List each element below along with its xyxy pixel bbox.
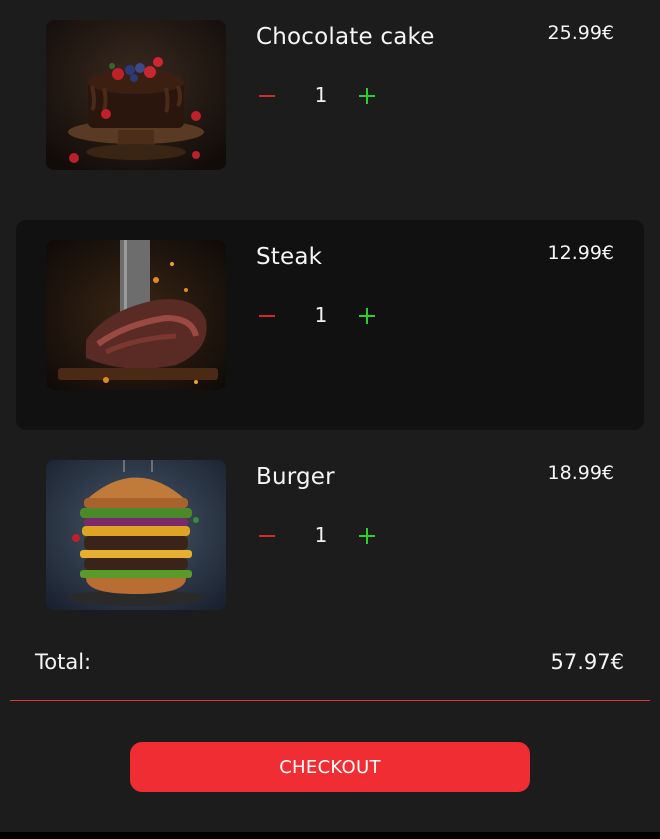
decrease-quantity-button[interactable] bbox=[256, 82, 278, 110]
divider bbox=[10, 700, 650, 701]
cart-screen: Chocolate cake 25.99€ 1 Steak 12.99€ 1 B… bbox=[0, 0, 660, 839]
increase-quantity-button[interactable] bbox=[356, 302, 378, 330]
quantity-stepper: 1 bbox=[256, 522, 386, 550]
minus-icon bbox=[259, 535, 275, 537]
decrease-quantity-button[interactable] bbox=[256, 522, 278, 550]
item-price: 18.99€ bbox=[547, 462, 614, 484]
chocolate-cake-image bbox=[46, 20, 226, 170]
minus-icon bbox=[259, 315, 275, 317]
item-price: 12.99€ bbox=[547, 242, 614, 264]
quantity-value: 1 bbox=[314, 523, 328, 547]
item-name: Steak bbox=[256, 244, 323, 270]
decrease-quantity-button[interactable] bbox=[256, 302, 278, 330]
quantity-value: 1 bbox=[314, 83, 328, 107]
item-price: 25.99€ bbox=[547, 22, 614, 44]
checkout-button[interactable]: CHECKOUT bbox=[130, 742, 530, 792]
cart-item-chocolate-cake: Chocolate cake 25.99€ 1 bbox=[16, 0, 644, 210]
burger-image bbox=[46, 460, 226, 610]
item-name: Burger bbox=[256, 464, 335, 490]
bottom-edge bbox=[0, 832, 660, 839]
minus-icon bbox=[259, 95, 275, 97]
total-value: 57.97€ bbox=[550, 650, 624, 674]
increase-quantity-button[interactable] bbox=[356, 522, 378, 550]
increase-quantity-button[interactable] bbox=[356, 82, 378, 110]
steak-image bbox=[46, 240, 226, 390]
quantity-stepper: 1 bbox=[256, 302, 386, 330]
cart-item-steak: Steak 12.99€ 1 bbox=[16, 220, 644, 430]
item-name: Chocolate cake bbox=[256, 24, 435, 50]
total-label: Total: bbox=[35, 650, 92, 674]
quantity-value: 1 bbox=[314, 303, 328, 327]
quantity-stepper: 1 bbox=[256, 82, 386, 110]
cart-item-burger: Burger 18.99€ 1 bbox=[16, 440, 644, 650]
